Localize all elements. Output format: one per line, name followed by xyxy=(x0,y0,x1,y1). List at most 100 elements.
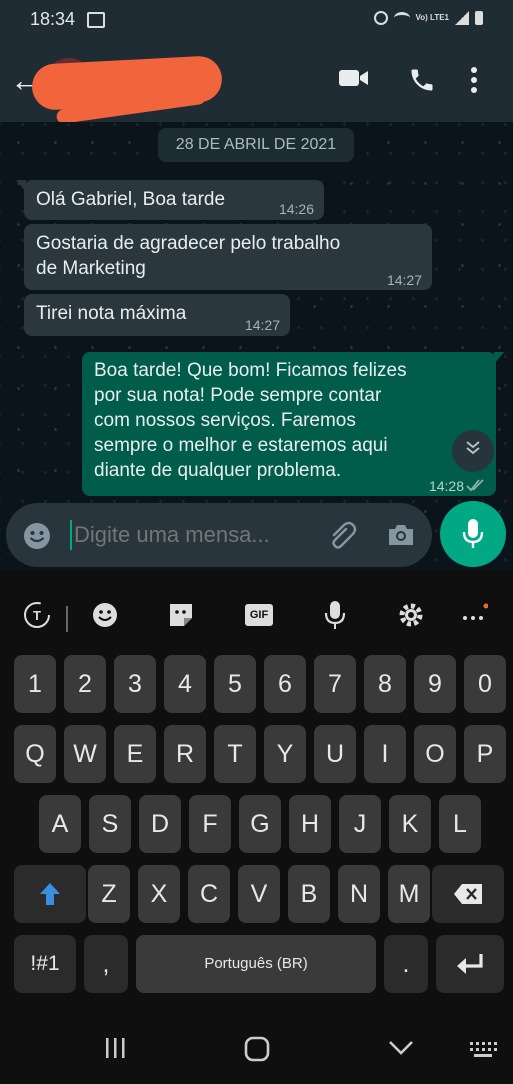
incoming-message[interactable]: Gostaria de agradecer pelo trabalho de M… xyxy=(24,224,432,290)
key-0[interactable]: 0 xyxy=(464,655,506,713)
microphone-icon xyxy=(462,519,484,548)
outgoing-message[interactable]: Boa tarde! Que bom! Ficamos felizes por … xyxy=(82,352,504,499)
key-h[interactable]: H xyxy=(289,795,331,853)
emoji-keyboard-icon[interactable] xyxy=(88,598,122,632)
key-g[interactable]: G xyxy=(239,795,281,853)
enter-arrow-icon xyxy=(457,954,483,974)
key-x[interactable]: X xyxy=(138,865,180,923)
key-b[interactable]: B xyxy=(288,865,330,923)
key-1[interactable]: 1 xyxy=(14,655,56,713)
message-text: Olá Gabriel, Boa tarde xyxy=(36,189,226,210)
key-n[interactable]: N xyxy=(338,865,380,923)
message-text-line: sempre o melhor e estaremos aqui xyxy=(94,435,388,456)
voice-message-button[interactable] xyxy=(440,501,506,567)
video-call-icon[interactable] xyxy=(338,66,370,95)
key-p[interactable]: P xyxy=(464,725,506,783)
key-y[interactable]: Y xyxy=(264,725,306,783)
keyboard-switch-icon[interactable] xyxy=(468,1040,498,1065)
chat-header: ← xyxy=(0,42,513,125)
space-bar[interactable]: Português (BR) xyxy=(136,935,376,993)
message-time: 14:27 xyxy=(244,317,280,333)
translate-icon[interactable]: T xyxy=(20,598,54,632)
period-key[interactable]: . xyxy=(384,935,428,993)
gif-button[interactable]: GIF xyxy=(242,598,276,632)
backspace-key[interactable] xyxy=(432,865,504,923)
key-4[interactable]: 4 xyxy=(164,655,206,713)
key-l[interactable]: L xyxy=(439,795,481,853)
sticker-icon[interactable] xyxy=(164,598,198,632)
key-9[interactable]: 9 xyxy=(414,655,456,713)
key-r[interactable]: R xyxy=(164,725,206,783)
message-text-line: Gostaria de agradecer pelo trabalho xyxy=(36,233,341,254)
voice-input-icon[interactable] xyxy=(318,598,352,632)
key-7[interactable]: 7 xyxy=(314,655,356,713)
date-separator: 28 DE ABRIL DE 2021 xyxy=(158,128,354,162)
key-c[interactable]: C xyxy=(188,865,230,923)
attach-clip-icon[interactable] xyxy=(326,521,360,556)
more-options-icon[interactable] xyxy=(470,66,478,99)
recent-apps-icon[interactable] xyxy=(103,1036,127,1065)
read-receipt-icon xyxy=(466,474,486,499)
shift-arrow-icon xyxy=(40,883,60,905)
key-3[interactable]: 3 xyxy=(114,655,156,713)
message-input[interactable] xyxy=(66,515,314,555)
message-text: Tirei nota máxima xyxy=(36,303,187,324)
phone-icon[interactable] xyxy=(408,66,436,99)
shift-key[interactable] xyxy=(14,865,86,923)
emoji-icon[interactable] xyxy=(22,521,52,556)
key-j[interactable]: J xyxy=(339,795,381,853)
key-5[interactable]: 5 xyxy=(214,655,256,713)
message-composer xyxy=(6,503,432,567)
message-text-line: de Marketing xyxy=(36,258,146,279)
key-k[interactable]: K xyxy=(389,795,431,853)
symbols-key[interactable]: !#1 xyxy=(14,935,76,993)
comma-key[interactable]: , xyxy=(84,935,128,993)
keyboard-toolbar: T GIF xyxy=(0,590,513,640)
bubble-tail xyxy=(494,352,504,364)
key-v[interactable]: V xyxy=(238,865,280,923)
key-t[interactable]: T xyxy=(214,725,256,783)
gif-label: GIF xyxy=(245,604,273,626)
camera-icon[interactable] xyxy=(386,521,416,554)
more-options-icon[interactable] xyxy=(456,598,490,632)
key-d[interactable]: D xyxy=(139,795,181,853)
home-icon[interactable] xyxy=(244,1036,270,1067)
status-icons: Vo) LTE1 xyxy=(373,11,483,25)
system-navigation-bar xyxy=(0,1010,513,1084)
scroll-to-bottom-button[interactable] xyxy=(452,430,494,472)
key-6[interactable]: 6 xyxy=(264,655,306,713)
message-time: 14:26 xyxy=(278,201,314,217)
key-e[interactable]: E xyxy=(114,725,156,783)
key-8[interactable]: 8 xyxy=(364,655,406,713)
toolbar-divider xyxy=(66,606,68,632)
svg-text:T: T xyxy=(33,608,41,623)
key-w[interactable]: W xyxy=(64,725,106,783)
key-a[interactable]: A xyxy=(39,795,81,853)
key-o[interactable]: O xyxy=(414,725,456,783)
status-time: 18:34 xyxy=(30,9,76,29)
message-text-line: com nossos serviços. Faremos xyxy=(94,410,356,431)
key-2[interactable]: 2 xyxy=(64,655,106,713)
settings-gear-icon[interactable] xyxy=(394,598,428,632)
status-bar: 18:34 Vo) LTE1 xyxy=(0,0,513,42)
key-s[interactable]: S xyxy=(89,795,131,853)
key-i[interactable]: I xyxy=(364,725,406,783)
key-f[interactable]: F xyxy=(189,795,231,853)
incoming-message[interactable]: Tirei nota máxima 14:27 xyxy=(24,294,290,336)
key-m[interactable]: M xyxy=(388,865,430,923)
text-cursor xyxy=(70,520,72,550)
wifi-icon xyxy=(393,12,410,24)
incoming-message[interactable]: Olá Gabriel, Boa tarde 14:26 xyxy=(16,180,324,220)
enter-key[interactable] xyxy=(436,935,504,993)
hide-keyboard-icon[interactable] xyxy=(388,1036,414,1065)
message-time: 14:28 xyxy=(428,478,464,494)
network-label: Vo) LTE1 xyxy=(415,13,449,22)
key-z[interactable]: Z xyxy=(88,865,130,923)
battery-icon xyxy=(475,11,483,25)
key-q[interactable]: Q xyxy=(14,725,56,783)
keyboard: T GIF 1234567890 QWERTYUIOP ASDFGHJKL ZX… xyxy=(0,570,513,1010)
message-time: 14:27 xyxy=(386,272,422,288)
double-chevron-down-icon xyxy=(466,441,480,455)
backspace-icon xyxy=(454,884,482,904)
key-u[interactable]: U xyxy=(314,725,356,783)
